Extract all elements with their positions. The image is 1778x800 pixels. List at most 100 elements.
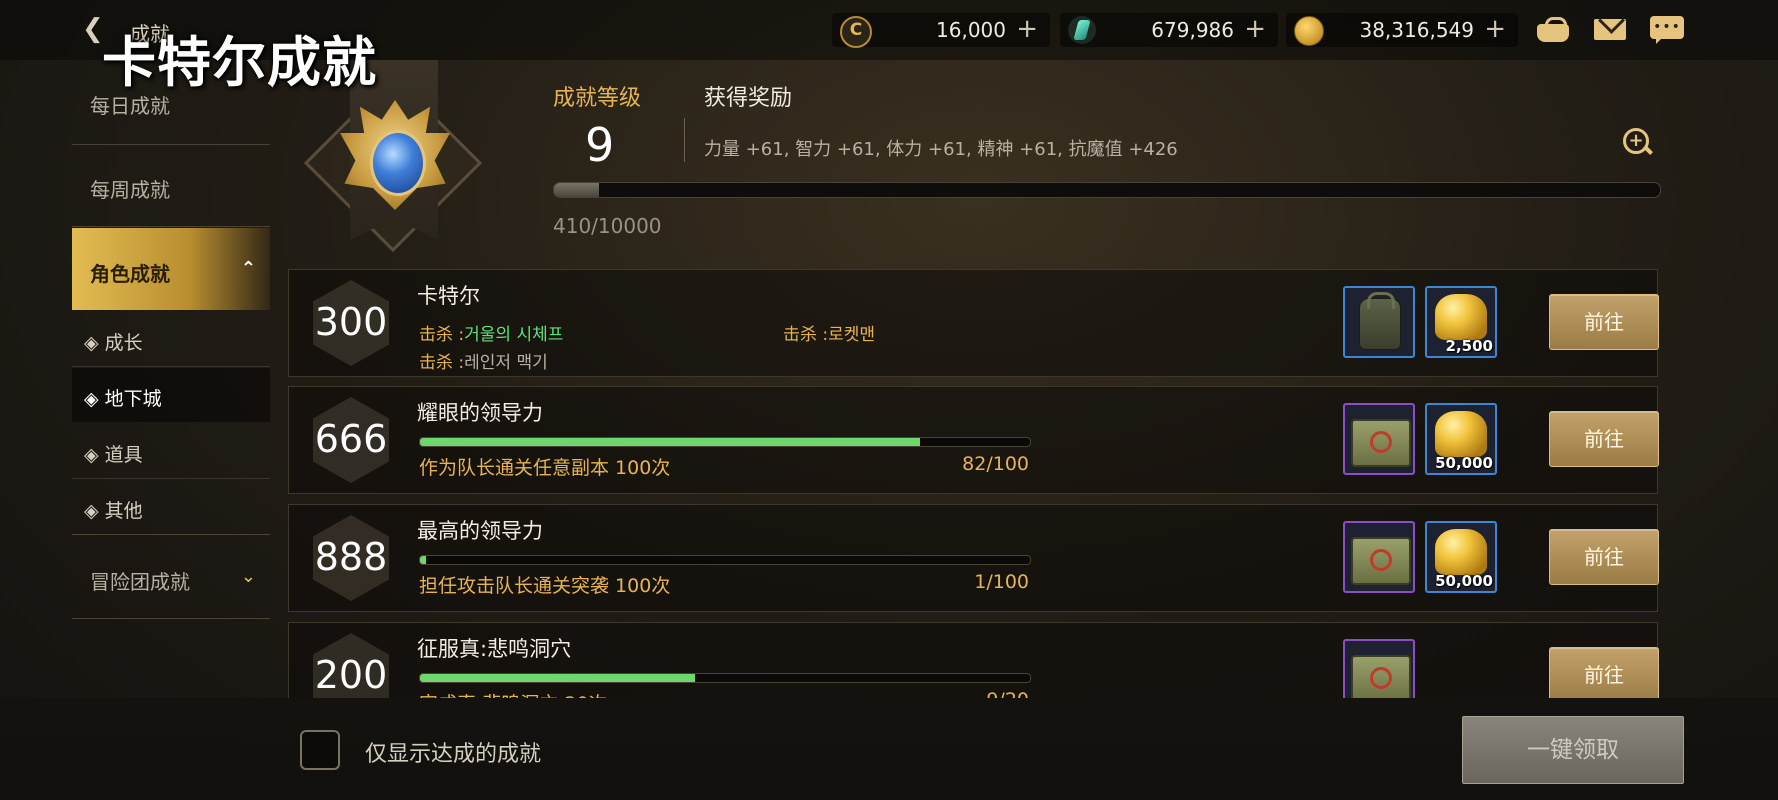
achievement-row: 888 最高的领导力 担任攻击队长通关突袭 100次 1/100 50,000 … [288, 504, 1659, 612]
sidebar-item-label: 冒险团成就 [90, 570, 190, 594]
reward-quantity: 50,000 [1435, 572, 1493, 590]
claim-all-button[interactable]: 一键领取 [1462, 716, 1684, 784]
goto-button[interactable]: 前往 [1549, 647, 1659, 698]
sidebar-subitem-dungeon[interactable]: ◈ 地下城 [72, 368, 270, 422]
currency-slot: C 16,000 + [832, 13, 1050, 48]
reward-chest-icon[interactable] [1343, 521, 1415, 593]
reward-gold-coins-icon[interactable]: 50,000 [1425, 403, 1497, 475]
sidebar-subitem-label: ◈ 其他 [84, 500, 143, 522]
achievement-row: 200 征服真:悲鸣洞穴 完成真:悲鸣洞穴 20次 9/20 前往 [288, 622, 1659, 698]
sidebar-subitem-growth[interactable]: ◈ 成长 [72, 312, 270, 366]
kill-key: 击杀 : [419, 353, 465, 373]
reward-stats: 力量 +61, 智力 +61, 体力 +61, 精神 +61, 抗魔值 +426 [704, 139, 1178, 160]
add-currency-button[interactable]: + [1016, 14, 1038, 44]
achievement-description: 完成真:悲鸣洞穴 20次 [419, 689, 608, 698]
achievement-points: 888 [289, 505, 413, 611]
reward-backpack-icon[interactable] [1343, 286, 1415, 358]
sidebar-item-adventure[interactable]: 冒险团成就 ⌄ [72, 536, 270, 618]
overlay-title: 卡特尔成就 [102, 31, 377, 94]
add-currency-button[interactable]: + [1484, 14, 1506, 44]
mail-icon[interactable] [1593, 14, 1629, 44]
achievement-points: 666 [289, 387, 413, 493]
progress-fill [420, 674, 695, 682]
reward-quantity: 50,000 [1435, 454, 1493, 472]
achievement-count: 9/20 [949, 689, 1029, 698]
reward-chest-icon[interactable] [1343, 639, 1415, 698]
kill-key: 击杀 : [783, 325, 829, 345]
currency-value: 16,000 [936, 18, 1006, 42]
achievement-points: 300 [289, 270, 413, 376]
reward-quantity: 2,500 [1445, 337, 1493, 355]
level-progress-bar [553, 182, 1661, 198]
sidebar-subitem-label: ◈ 地下城 [84, 388, 162, 410]
progress-fill [420, 438, 921, 446]
achievement-progress-bar [419, 673, 1031, 683]
reward-gold-coins-icon[interactable]: 50,000 [1425, 521, 1497, 593]
achievement-title: 卡特尔 [417, 284, 480, 308]
kill-requirement: 击杀 :레인저 맥기 [419, 348, 548, 373]
sidebar-subitem-items[interactable]: ◈ 道具 [72, 424, 270, 478]
inventory-bag-icon[interactable] [1535, 14, 1571, 44]
sidebar-item-weekly[interactable]: 每周成就 [72, 144, 270, 226]
kill-requirement: 击杀 :로켓맨 [783, 320, 875, 345]
emblem-gem-icon [370, 130, 426, 196]
achievement-row: 300 卡特尔 击杀 :거울의 시체프 击杀 :로켓맨 击杀 :레인저 맥기 2… [288, 269, 1659, 377]
kill-requirement: 击杀 :거울의 시체프 [419, 320, 563, 345]
kill-target: 로켓맨 [828, 325, 876, 345]
add-currency-button[interactable]: + [1244, 14, 1266, 44]
achievement-row: 666 耀眼的领导力 作为队长通关任意副本 100次 82/100 50,000… [288, 386, 1659, 494]
points-value: 300 [314, 300, 388, 344]
goto-button[interactable]: 前往 [1549, 411, 1659, 467]
sidebar-divider [72, 478, 270, 479]
points-value: 666 [314, 417, 388, 461]
achievement-title: 耀眼的领导力 [417, 401, 543, 425]
achievement-title: 最高的领导力 [417, 519, 543, 543]
achievement-count: 82/100 [962, 453, 1029, 475]
reward-title: 获得奖励 [704, 86, 793, 111]
reward-gold-coins-icon[interactable]: 2,500 [1425, 286, 1497, 358]
chevron-down-icon: ⌄ [240, 566, 256, 587]
currency-value: 679,986 [1151, 18, 1234, 42]
kill-target: 거울의 시체프 [464, 325, 564, 345]
achievement-progress-bar [419, 437, 1031, 447]
sidebar-divider [72, 618, 270, 619]
reward-chest-icon[interactable] [1343, 403, 1415, 475]
gold-coin-c-icon: C [840, 16, 872, 48]
show-completed-checkbox[interactable] [300, 730, 340, 770]
currency-slot: 679,986 + [1060, 13, 1278, 47]
sidebar-subitem-other[interactable]: ◈ 其他 [72, 480, 270, 534]
points-value: 200 [314, 653, 388, 697]
gold-coin-icon [1294, 16, 1324, 46]
goto-button[interactable]: 前往 [1549, 529, 1659, 585]
sidebar-item-label: 每周成就 [90, 178, 170, 202]
achievement-points: 200 [289, 623, 413, 698]
sidebar-item-character[interactable]: 角色成就 ⌃ [72, 228, 270, 310]
sidebar-divider [72, 226, 270, 227]
achievement-level-label: 成就等级 [553, 86, 642, 111]
level-progress-text: 410/10000 [553, 214, 662, 238]
show-completed-label[interactable]: 仅显示达成的成就 [365, 736, 541, 768]
sidebar-divider [72, 534, 270, 535]
level-progress-fill [554, 183, 600, 197]
sidebar-divider [72, 366, 270, 367]
progress-fill [420, 556, 427, 564]
sidebar-item-label: 角色成就 [90, 262, 170, 286]
header-divider [684, 118, 685, 162]
sidebar-subitem-label: ◈ 道具 [84, 444, 143, 466]
zoom-in-icon[interactable] [1623, 128, 1651, 156]
achievement-level-value: 9 [585, 118, 615, 172]
kill-target: 레인저 맥기 [464, 353, 548, 373]
currency-slot: 38,316,549 + [1286, 13, 1518, 47]
currency-value: 38,316,549 [1359, 18, 1474, 42]
achievement-description: 担任攻击队长通关突袭 100次 [419, 575, 671, 597]
goto-button[interactable]: 前往 [1549, 294, 1659, 350]
achievement-count: 1/100 [974, 571, 1029, 593]
achievement-title: 征服真:悲鸣洞穴 [417, 637, 572, 661]
sidebar-subitem-label: ◈ 成长 [84, 332, 143, 354]
teal-gem-icon [1068, 16, 1096, 44]
achievement-progress-bar [419, 555, 1031, 565]
kill-key: 击杀 : [419, 325, 465, 345]
achievement-description: 作为队长通关任意副本 100次 [419, 457, 671, 479]
chat-icon[interactable] [1649, 14, 1685, 44]
chevron-up-icon: ⌃ [240, 258, 256, 279]
